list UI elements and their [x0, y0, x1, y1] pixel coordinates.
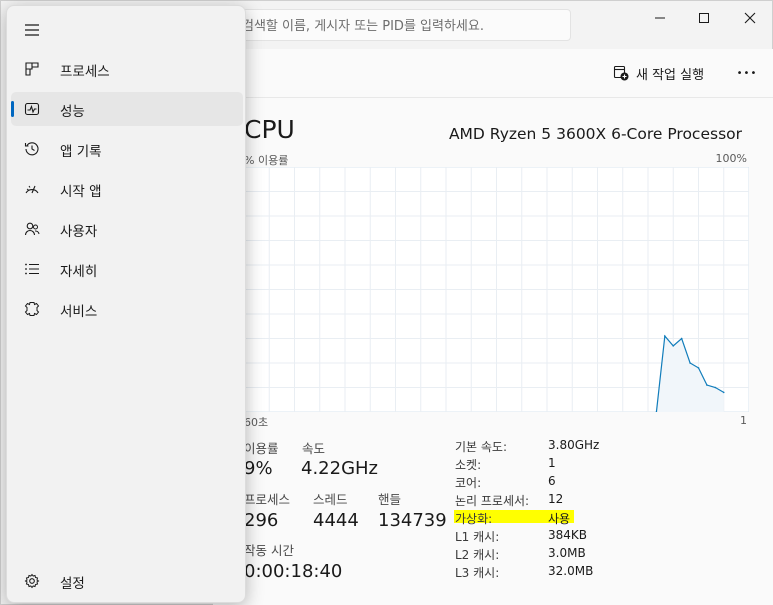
more-options-button[interactable]: ••• [733, 61, 761, 85]
spec-label: 소켓: [455, 458, 482, 472]
details-icon [23, 260, 41, 278]
maximize-icon [699, 13, 709, 23]
cpu-usage-point [714, 386, 717, 389]
minimize-icon [655, 17, 665, 19]
cpu-usage-point [697, 367, 700, 369]
sidebar-item-label: 시작 앱 [60, 184, 102, 200]
users-icon [23, 220, 41, 238]
utilization-label: 이용률 [244, 441, 279, 456]
spec-value: 6 [548, 474, 556, 488]
spec-value: 3.80GHz [548, 438, 600, 452]
axis-label-min: 1 [740, 414, 747, 427]
spec-label: L2 캐시: [455, 548, 500, 562]
speed-label: 속도 [302, 441, 326, 456]
close-icon [744, 12, 756, 24]
cpu-utilization-graph [244, 167, 749, 412]
spec-value: 사용 [548, 512, 571, 526]
spec-value: 1 [548, 456, 556, 470]
services-icon [23, 300, 41, 318]
search-input[interactable] [242, 16, 562, 36]
threads-value: 4444 [313, 510, 359, 531]
spec-label: 논리 프로세서: [455, 494, 530, 508]
performance-icon [23, 100, 41, 118]
cpu-usage-point [689, 362, 691, 364]
maximize-button[interactable] [681, 1, 727, 35]
run-new-task-label: 새 작업 실행 [636, 67, 705, 83]
axis-label-max: 100% [715, 152, 747, 165]
search-box[interactable] [213, 9, 571, 41]
spec-label: 코어: [455, 476, 482, 490]
sidebar-item-label: 서비스 [60, 304, 98, 320]
close-button[interactable] [727, 1, 773, 35]
sidebar-item-services[interactable]: 서비스 [11, 292, 243, 326]
axis-label-time-window: 60초 [244, 416, 269, 429]
utilization-value: 9% [244, 458, 273, 479]
menu-toggle-button[interactable] [17, 16, 47, 44]
spec-value: 32.0MB [548, 564, 594, 578]
cpu-usage-point [722, 391, 725, 394]
sidebar-item-label: 앱 기록 [60, 144, 102, 160]
spec-label: L1 캐시: [455, 530, 500, 544]
axis-label-utilization: % 이용률 [244, 154, 289, 167]
toolbar: 새 작업 실행 ••• [213, 49, 773, 98]
handles-value: 134739 [378, 510, 447, 531]
cpu-usage-point [680, 337, 683, 340]
sidebar-item-processes[interactable]: 프로세스 [11, 52, 243, 86]
settings-label: 설정 [60, 576, 85, 592]
sidebar-item-app-history[interactable]: 앱 기록 [11, 132, 243, 166]
cpu-title: CPU [244, 115, 295, 144]
spec-value: 384KB [548, 528, 588, 542]
startup-apps-icon [23, 180, 41, 198]
run-new-task-button[interactable]: 새 작업 실행 [613, 61, 704, 85]
active-indicator [11, 101, 14, 117]
sidebar-item-label: 자세히 [60, 264, 98, 280]
spec-value: 3.0MB [548, 546, 586, 560]
handles-label: 핸들 [378, 492, 402, 507]
spec-label: L3 캐시: [455, 566, 500, 580]
minimize-button[interactable] [637, 1, 683, 35]
sidebar-item-details[interactable]: 자세히 [11, 252, 243, 286]
task-manager-window: 새 작업 실행 ••• CPU AMD Ryzen 5 3600X 6-Core… [0, 0, 773, 605]
navigation-sidebar: 프로세스 성능 앱 기록 시작 앱 사용자 자세히 서비스 설정 [6, 5, 246, 603]
processes-value: 296 [244, 510, 279, 531]
more-options-icon: ••• [736, 67, 758, 79]
cpu-usage-point [706, 384, 708, 386]
uptime-value: 0:00:18:40 [244, 561, 343, 582]
processes-label: 프로세스 [244, 492, 291, 507]
uptime-label: 작동 시간 [244, 543, 294, 558]
sidebar-item-label: 프로세스 [60, 64, 110, 80]
settings-gear-icon [23, 572, 41, 590]
cpu-model-name: AMD Ryzen 5 3600X 6-Core Processor [448, 125, 742, 143]
sidebar-item-label: 사용자 [60, 224, 98, 240]
cpu-usage-point [664, 335, 666, 337]
sidebar-item-performance[interactable]: 성능 [11, 92, 243, 126]
cpu-usage-point [672, 345, 675, 347]
spec-value: 12 [548, 492, 564, 506]
hamburger-menu-icon [25, 24, 39, 36]
app-history-icon [23, 140, 41, 158]
sidebar-item-settings[interactable]: 설정 [11, 564, 243, 598]
spec-label: 가상화: [455, 512, 493, 526]
speed-value: 4.22GHz [301, 458, 379, 479]
new-task-icon [613, 65, 629, 81]
sidebar-item-users[interactable]: 사용자 [11, 212, 243, 246]
spec-label: 기본 속도: [455, 440, 508, 454]
sidebar-item-startup-apps[interactable]: 시작 앱 [11, 172, 243, 206]
threads-label: 스레드 [313, 492, 348, 507]
processes-icon [23, 60, 41, 78]
sidebar-item-label: 성능 [60, 104, 85, 120]
